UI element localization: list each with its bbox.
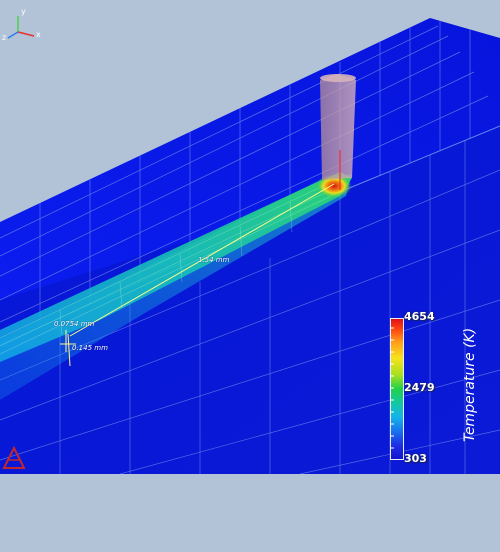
axis-x-label: x xyxy=(36,30,41,39)
axis-z-label: z xyxy=(2,33,7,42)
legend-mid-value: 2479 xyxy=(404,381,435,394)
axes-triad-icon[interactable] xyxy=(7,16,35,39)
track-width-label: 0.145 mm xyxy=(72,344,108,352)
legend-title-wrap: Temperature (K) xyxy=(458,328,478,552)
legend-title: Temperature (K) xyxy=(462,327,478,442)
laser-beam xyxy=(320,74,356,180)
track-depth-label: 0.0754 mm xyxy=(54,320,95,328)
axis-y-label: y xyxy=(21,7,26,16)
laser-beam-top xyxy=(320,74,356,82)
track-length-label: 1.54 mm xyxy=(198,256,230,264)
legend-min-value: 303 xyxy=(404,452,427,465)
simulation-viewport[interactable] xyxy=(0,0,500,474)
legend-max-value: 4654 xyxy=(404,310,435,323)
